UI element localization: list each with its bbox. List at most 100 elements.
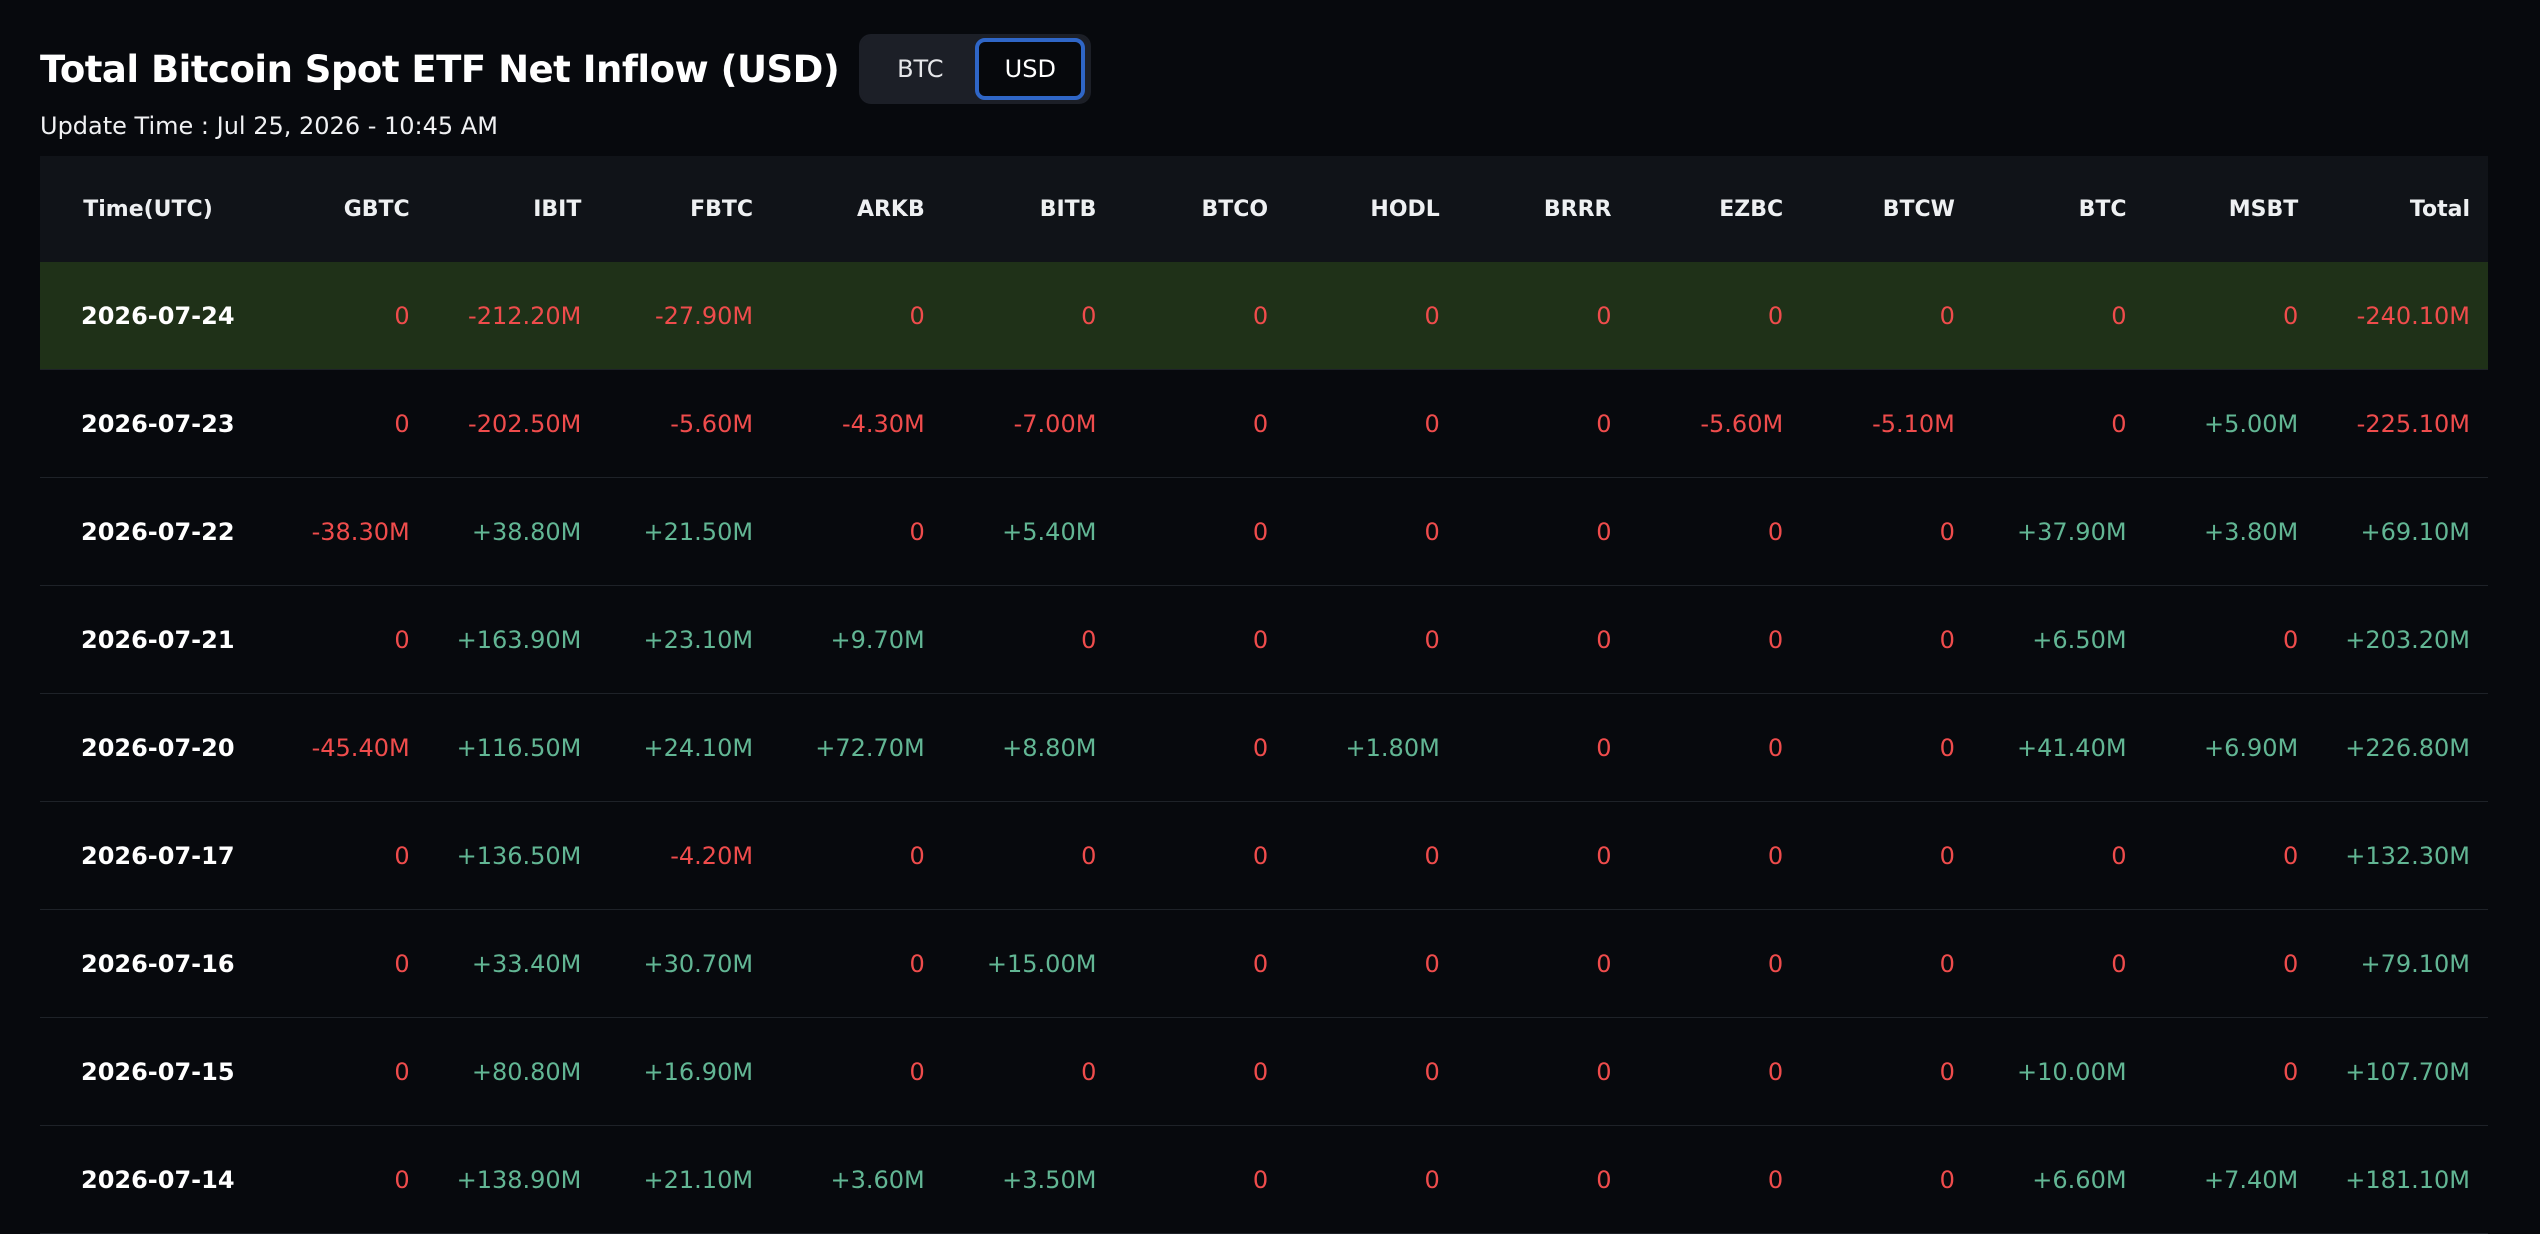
flow-cell-brrr: 0: [1457, 477, 1630, 586]
flow-cell-gbtc: -38.30M: [256, 477, 428, 586]
flow-cell-btc: +37.90M: [1972, 477, 2145, 586]
date-cell: 2026-07-14: [40, 1125, 256, 1234]
column-header-arkb: ARKB: [856, 196, 925, 222]
flow-cell-btcw: 0: [1801, 477, 1973, 586]
flow-cell-brrr: 0: [1457, 369, 1630, 478]
column-header-hodl: HODL: [1370, 196, 1440, 222]
flow-cell-total: +132.30M: [2316, 801, 2488, 910]
etf-flow-page: Total Bitcoin Spot ETF Net Inflow (USD) …: [0, 0, 2540, 1234]
flow-cell-arkb: +72.70M: [771, 693, 943, 802]
flow-cell-ezbc: 0: [1629, 801, 1802, 910]
table-row: 2026-07-15 0 +80.80M +16.90M 0 0 0 0 0 0 0 +10.00M 0…: [40, 1017, 2488, 1126]
flow-cell-ezbc: 0: [1629, 1017, 1802, 1126]
flow-cell-arkb: 0: [771, 909, 943, 1018]
flow-cell-bitb: 0: [942, 585, 1115, 694]
column-header-fbtc: FBTC: [690, 196, 754, 222]
flow-cell-ibit: +138.90M: [427, 1125, 600, 1234]
flow-cell-btco: 0: [1114, 369, 1287, 478]
flow-cell-ezbc: 0: [1629, 585, 1802, 694]
page-header: Total Bitcoin Spot ETF Net Inflow (USD) …: [40, 34, 1092, 104]
date-cell: 2026-07-23: [40, 369, 256, 478]
flow-cell-ibit: +33.40M: [427, 909, 600, 1018]
flow-cell-btco: 0: [1114, 1017, 1287, 1126]
flow-cell-btc: +6.50M: [1972, 585, 2145, 694]
flow-cell-hodl: 0: [1286, 909, 1458, 1018]
column-header-btcw: BTCW: [1882, 196, 1955, 222]
table-row: 2026-07-22 -38.30M +38.80M +21.50M 0 +5.40M 0 0…: [40, 477, 2488, 586]
flow-table: Time(UTC) GBTC IBIT FBTC ARKB BITB BTCO HODL BRR…: [40, 156, 2488, 1234]
flow-cell-ezbc: -5.60M: [1629, 369, 1802, 478]
flow-cell-gbtc: 0: [256, 262, 428, 370]
flow-cell-brrr: 0: [1457, 1125, 1630, 1234]
flow-cell-hodl: 0: [1286, 262, 1458, 370]
flow-cell-total: +226.80M: [2316, 693, 2488, 802]
flow-cell-btcw: 0: [1801, 585, 1973, 694]
column-header-msbt: MSBT: [2228, 196, 2299, 222]
flow-cell-brrr: 0: [1457, 909, 1630, 1018]
flow-cell-fbtc: +23.10M: [599, 585, 772, 694]
flow-cell-bitb: 0: [942, 801, 1115, 910]
flow-cell-ibit: +80.80M: [427, 1017, 600, 1126]
flow-cell-fbtc: +21.50M: [599, 477, 772, 586]
flow-cell-gbtc: 0: [256, 801, 428, 910]
flow-cell-ezbc: 0: [1629, 1125, 1802, 1234]
flow-cell-brrr: 0: [1457, 1017, 1630, 1126]
flow-cell-msbt: 0: [2144, 801, 2317, 910]
flow-cell-ibit: +116.50M: [427, 693, 600, 802]
flow-cell-ezbc: 0: [1629, 262, 1802, 370]
table-row: 2026-07-23 0 -202.50M -5.60M -4.30M -7.00M 0 0 0…: [40, 369, 2488, 478]
flow-cell-arkb: +9.70M: [771, 585, 943, 694]
flow-cell-btc: 0: [1972, 801, 2145, 910]
flow-cell-total: +181.10M: [2316, 1125, 2488, 1234]
flow-cell-btc: +41.40M: [1972, 693, 2145, 802]
flow-cell-btcw: 0: [1801, 693, 1973, 802]
column-header-btco: BTCO: [1201, 196, 1269, 222]
flow-cell-btco: 0: [1114, 585, 1287, 694]
table-row: 2026-07-21 0 +163.90M +23.10M +9.70M 0 0 0 0 0 0 +6…: [40, 585, 2488, 694]
page-title: Total Bitcoin Spot ETF Net Inflow (USD): [40, 47, 840, 91]
unit-toggle-usd-button[interactable]: USD: [975, 38, 1086, 100]
table-row: 2026-07-17 0 +136.50M -4.20M 0 0 0 0 0 0 0 0 0 +132.3…: [40, 801, 2488, 910]
flow-cell-ibit: +38.80M: [427, 477, 600, 586]
flow-cell-arkb: +3.60M: [771, 1125, 943, 1234]
flow-cell-ibit: +163.90M: [427, 585, 600, 694]
flow-cell-bitb: -7.00M: [942, 369, 1115, 478]
date-cell: 2026-07-20: [40, 693, 256, 802]
flow-cell-hodl: +1.80M: [1286, 693, 1458, 802]
flow-cell-ezbc: 0: [1629, 477, 1802, 586]
flow-cell-btco: 0: [1114, 477, 1287, 586]
table-header: Time(UTC) GBTC IBIT FBTC ARKB BITB BTCO HODL BRR…: [40, 156, 2488, 262]
flow-cell-brrr: 0: [1457, 585, 1630, 694]
flow-cell-msbt: 0: [2144, 585, 2317, 694]
column-header-ibit: IBIT: [533, 196, 582, 222]
flow-cell-gbtc: 0: [256, 1125, 428, 1234]
flow-cell-fbtc: +24.10M: [599, 693, 772, 802]
flow-cell-ezbc: 0: [1629, 909, 1802, 1018]
flow-cell-ibit: -212.20M: [427, 262, 600, 370]
flow-cell-arkb: 0: [771, 1017, 943, 1126]
flow-cell-msbt: 0: [2144, 909, 2317, 1018]
flow-cell-hodl: 0: [1286, 585, 1458, 694]
flow-cell-btc: +6.60M: [1972, 1125, 2145, 1234]
flow-cell-btcw: 0: [1801, 909, 1973, 1018]
flow-cell-btc: +10.00M: [1972, 1017, 2145, 1126]
unit-toggle: BTC USD: [859, 34, 1092, 104]
flow-cell-ibit: +136.50M: [427, 801, 600, 910]
flow-cell-hodl: 0: [1286, 1017, 1458, 1126]
flow-cell-fbtc: +21.10M: [599, 1125, 772, 1234]
flow-cell-brrr: 0: [1457, 801, 1630, 910]
column-header-btc: BTC: [2078, 196, 2127, 222]
column-header-bitb: BITB: [1039, 196, 1097, 222]
flow-cell-msbt: +5.00M: [2144, 369, 2317, 478]
flow-cell-bitb: +5.40M: [942, 477, 1115, 586]
unit-toggle-btc-button[interactable]: BTC: [865, 38, 975, 100]
flow-cell-total: +79.10M: [2316, 909, 2488, 1018]
flow-cell-bitb: +3.50M: [942, 1125, 1115, 1234]
flow-cell-gbtc: 0: [256, 909, 428, 1018]
flow-cell-fbtc: -5.60M: [599, 369, 772, 478]
flow-cell-fbtc: -27.90M: [599, 262, 772, 370]
table-row: 2026-07-16 0 +33.40M +30.70M 0 +15.00M 0 0 0 0 0 0 0…: [40, 909, 2488, 1018]
flow-cell-total: -240.10M: [2316, 262, 2488, 370]
flow-cell-ezbc: 0: [1629, 693, 1802, 802]
flow-cell-total: +69.10M: [2316, 477, 2488, 586]
